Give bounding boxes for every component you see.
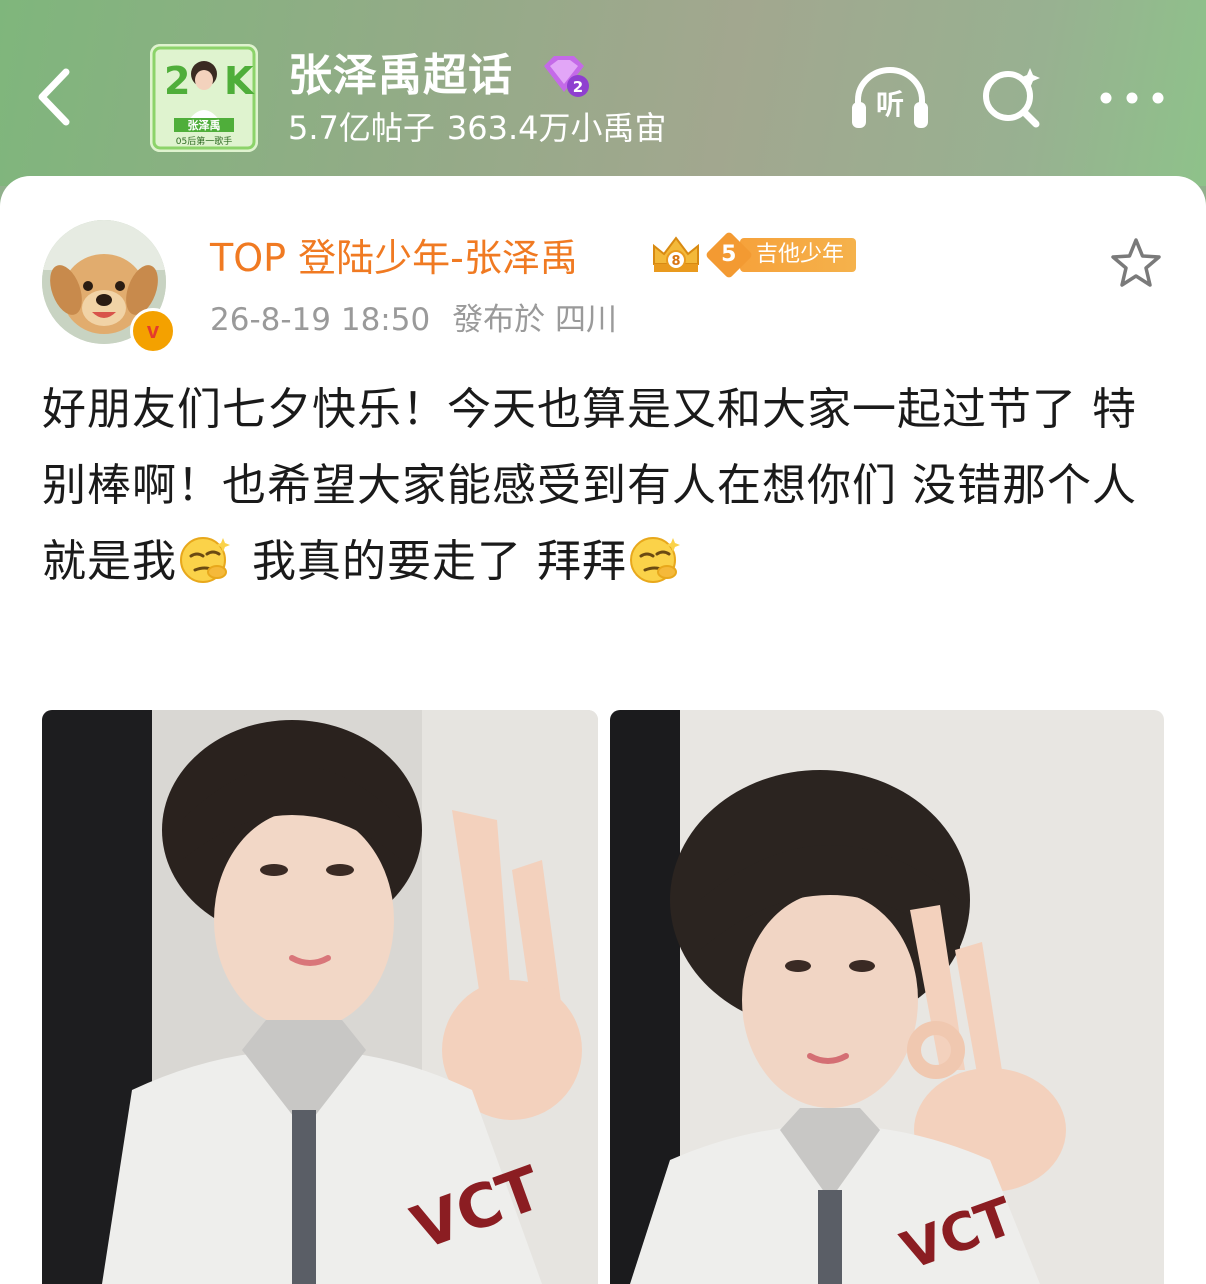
headphones-icon: 听 (852, 67, 928, 128)
posts-count: 5.7亿帖子 (288, 109, 435, 147)
svg-text:K: K (224, 59, 255, 103)
post-text-part2: 我真的要走了 拜拜 (237, 536, 627, 587)
author-name[interactable]: TOP 登陆少年-张泽禹 (210, 232, 578, 284)
topic-level-number: 2 (573, 78, 583, 96)
fans-count: 363.4万小禹宙 (446, 109, 667, 147)
diamond-icon: 2 (544, 56, 589, 97)
fan-level-title: 吉他少年 (740, 238, 857, 272)
thumb-sub-text: 05后第一歌手 (176, 135, 232, 147)
search-button[interactable] (970, 64, 1054, 132)
post-meta: 26-8-19 18:50 發布於 四川 (210, 298, 617, 342)
selfie-photo-2: VCT (610, 710, 1164, 1284)
smirk-emoji-icon (629, 532, 681, 584)
post-image-2[interactable]: VCT (610, 710, 1164, 1284)
crown-icon[interactable]: 8 (648, 234, 704, 282)
topic-stats: 5.7亿帖子 363.4万小禹宙 (288, 108, 679, 148)
favorite-button[interactable] (1108, 236, 1164, 292)
topic-cover-image[interactable]: 2 K 张泽禹 05后第一歌手 (150, 44, 258, 152)
back-arrow-icon (38, 68, 70, 126)
topic-header: 2 K 张泽禹 05后第一歌手 张泽禹超话 2 5.7亿帖子 363.4万小禹宙 … (0, 0, 1206, 186)
post-image-1[interactable]: VCT (42, 710, 598, 1284)
post-location: 發布於 四川 (452, 302, 618, 338)
more-icon (1100, 92, 1164, 104)
crown-level-number: 8 (671, 254, 680, 269)
fan-level-badge[interactable]: 5 吉他少年 (704, 230, 857, 280)
topic-title: 张泽禹超话 (288, 50, 513, 101)
verified-badge: v (130, 308, 176, 354)
listen-button[interactable]: 听 (848, 64, 932, 132)
search-icon (983, 68, 1040, 128)
author-avatar[interactable]: v (42, 220, 176, 354)
more-button[interactable] (1090, 64, 1174, 132)
star-icon (1111, 238, 1161, 287)
svg-text:2: 2 (164, 59, 190, 103)
post-body: 好朋友们七夕快乐！今天也算是又和大家一起过节了 特别棒啊！也希望大家能感受到有人… (42, 372, 1166, 600)
post-card: v TOP 登陆少年-张泽禹 8 5 吉他少年 26-8-19 18:50 發布於… (0, 176, 1206, 1284)
smirk-emoji-icon (179, 532, 231, 584)
post-time: 26-8-19 18:50 (210, 302, 431, 338)
thumb-name-text: 张泽禹 (188, 118, 221, 132)
back-button[interactable] (28, 62, 84, 132)
topic-cover-art: 2 K 张泽禹 05后第一歌手 (150, 44, 258, 152)
listen-label: 听 (876, 88, 904, 121)
selfie-photo-1: VCT (42, 710, 598, 1284)
